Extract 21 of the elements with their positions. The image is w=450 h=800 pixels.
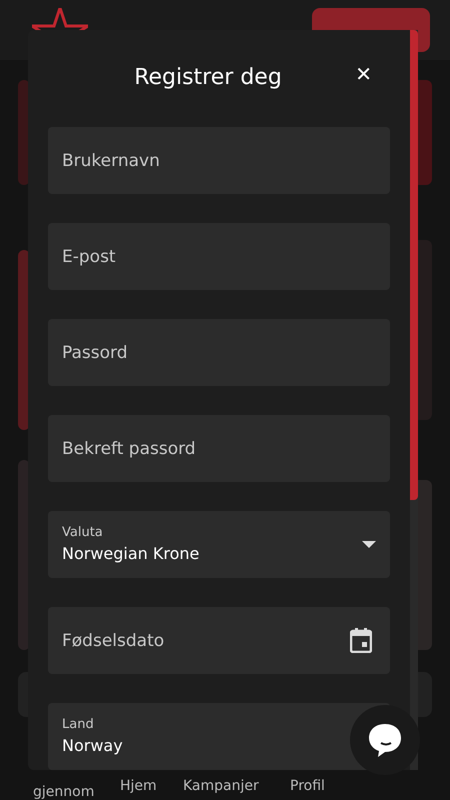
field-label: Land xyxy=(62,716,95,734)
scrollbar-thumb[interactable] xyxy=(410,30,418,500)
field-value: Norwegian Krone xyxy=(62,543,200,566)
field-label: Valuta xyxy=(62,524,104,542)
input-field[interactable]: Passord xyxy=(48,319,390,386)
dropdown-caret-icon xyxy=(362,541,376,548)
chat-bubble-icon xyxy=(368,722,402,758)
date-field[interactable]: Fødselsdato xyxy=(48,607,390,674)
nav-item[interactable]: Hjem xyxy=(120,776,157,797)
modal-title: Registrer deg xyxy=(134,65,282,92)
close-button[interactable]: ✕ xyxy=(351,64,376,84)
input-field[interactable]: Brukernavn xyxy=(48,127,390,194)
calendar-icon[interactable] xyxy=(350,628,372,653)
input-field[interactable]: E-post xyxy=(48,223,390,290)
nav-item[interactable]: Kampanjer xyxy=(183,776,259,797)
select-field[interactable]: Valuta Norwegian Krone xyxy=(48,511,390,578)
nav-item[interactable]: Profil xyxy=(290,776,325,797)
input-field[interactable]: Bekreft passord xyxy=(48,415,390,482)
select-field[interactable]: Land Norway xyxy=(48,703,390,770)
field-value: Norway xyxy=(62,735,123,758)
nav-item[interactable]: gjennom xyxy=(33,782,94,800)
